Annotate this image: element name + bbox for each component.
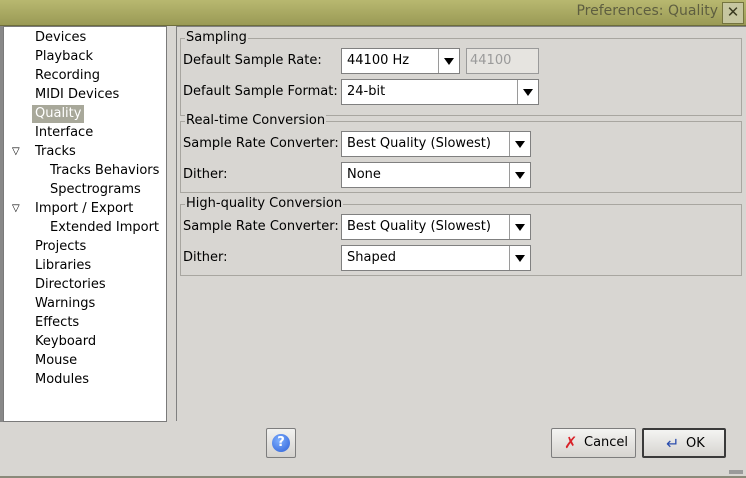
tree-item-import-export[interactable]: Import / Export xyxy=(32,200,136,218)
chevron-down-icon[interactable] xyxy=(509,163,530,187)
chevron-down-icon[interactable] xyxy=(438,49,459,73)
close-icon[interactable]: ✕ xyxy=(722,2,744,24)
ok-label: OK xyxy=(686,436,705,451)
window-title: Preferences: Quality xyxy=(576,3,718,19)
category-tree[interactable]: Devices Playback Recording MIDI Devices … xyxy=(3,26,167,422)
highquality-dither-value: Shaped xyxy=(347,250,396,265)
tree-item-warnings[interactable]: Warnings xyxy=(32,295,98,313)
tree-item-spectrograms[interactable]: Spectrograms xyxy=(47,181,144,199)
sampling-group: Sampling Default Sample Rate: 44100 Hz 4… xyxy=(180,30,742,116)
highquality-converter-select[interactable]: Best Quality (Slowest) xyxy=(341,214,531,240)
sample-rate-value: 44100 Hz xyxy=(347,53,410,68)
realtime-converter-select[interactable]: Best Quality (Slowest) xyxy=(341,131,531,157)
help-button[interactable]: ? xyxy=(266,428,296,458)
highquality-group-title: High-quality Conversion xyxy=(185,196,344,212)
panel-splitter[interactable] xyxy=(167,26,176,422)
ok-icon: ↵ xyxy=(666,434,680,453)
realtime-group-title: Real-time Conversion xyxy=(185,113,327,129)
tracks-expander-icon[interactable]: ▽ xyxy=(12,143,20,161)
cancel-button[interactable]: ✗ Cancel xyxy=(551,428,636,458)
resize-grip-icon[interactable] xyxy=(729,470,743,474)
realtime-dither-select[interactable]: None xyxy=(341,162,531,188)
sample-rate-select[interactable]: 44100 Hz xyxy=(341,48,460,74)
tree-item-mouse[interactable]: Mouse xyxy=(32,352,80,370)
title-bar[interactable]: Preferences: Quality ✕ xyxy=(0,0,746,26)
highquality-converter-label: Sample Rate Converter: xyxy=(183,219,339,234)
realtime-dither-label: Dither: xyxy=(183,167,228,182)
tree-item-modules[interactable]: Modules xyxy=(32,371,92,389)
realtime-converter-label: Sample Rate Converter: xyxy=(183,136,339,151)
custom-rate-field[interactable]: 44100 xyxy=(466,48,539,74)
chevron-down-icon[interactable] xyxy=(517,80,538,104)
tree-item-directories[interactable]: Directories xyxy=(32,276,109,294)
cancel-label: Cancel xyxy=(584,435,629,450)
sample-format-label: Default Sample Format: xyxy=(183,84,338,99)
tree-item-tracks-behaviors[interactable]: Tracks Behaviors xyxy=(47,162,162,180)
import-export-expander-icon[interactable]: ▽ xyxy=(12,200,20,218)
tree-item-extended-import[interactable]: Extended Import xyxy=(47,219,162,237)
tree-item-devices[interactable]: Devices xyxy=(32,29,89,47)
sampling-group-title: Sampling xyxy=(185,30,248,46)
tree-item-libraries[interactable]: Libraries xyxy=(32,257,94,275)
sample-rate-label: Default Sample Rate: xyxy=(183,53,322,68)
tree-item-interface[interactable]: Interface xyxy=(32,124,96,142)
help-icon: ? xyxy=(272,434,290,452)
highquality-converter-value: Best Quality (Slowest) xyxy=(347,219,491,234)
quality-panel: Sampling Default Sample Rate: 44100 Hz 4… xyxy=(176,26,746,421)
chevron-down-icon[interactable] xyxy=(509,246,530,270)
chevron-down-icon[interactable] xyxy=(509,215,530,239)
tree-item-midi-devices[interactable]: MIDI Devices xyxy=(32,86,122,104)
highquality-dither-label: Dither: xyxy=(183,250,228,265)
chevron-down-icon[interactable] xyxy=(509,132,530,156)
tree-item-tracks[interactable]: Tracks xyxy=(32,143,79,161)
sample-format-value: 24-bit xyxy=(347,84,386,99)
ok-button[interactable]: ↵ OK xyxy=(642,428,726,458)
tree-item-playback[interactable]: Playback xyxy=(32,48,96,66)
realtime-group: Real-time Conversion Sample Rate Convert… xyxy=(180,113,742,193)
tree-item-keyboard[interactable]: Keyboard xyxy=(32,333,99,351)
realtime-converter-value: Best Quality (Slowest) xyxy=(347,136,491,151)
tree-item-quality[interactable]: Quality xyxy=(32,105,85,123)
tree-item-recording[interactable]: Recording xyxy=(32,67,103,85)
tree-item-projects[interactable]: Projects xyxy=(32,238,89,256)
tree-item-effects[interactable]: Effects xyxy=(32,314,82,332)
sample-format-select[interactable]: 24-bit xyxy=(341,79,539,105)
highquality-group: High-quality Conversion Sample Rate Conv… xyxy=(180,196,742,276)
realtime-dither-value: None xyxy=(347,167,381,182)
highquality-dither-select[interactable]: Shaped xyxy=(341,245,531,271)
cancel-icon: ✗ xyxy=(564,433,578,452)
